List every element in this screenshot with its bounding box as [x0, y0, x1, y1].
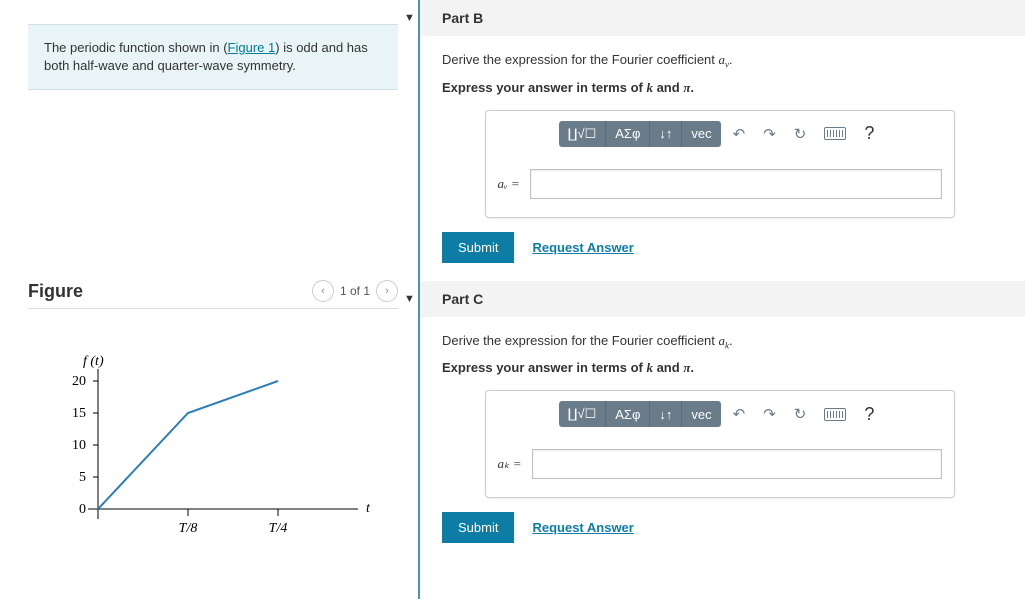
part-c-answer-input[interactable]	[532, 449, 942, 479]
part-b-prompt: Derive the expression for the Fourier co…	[442, 52, 997, 70]
keyboard-icon	[824, 408, 846, 421]
figure-chart: 0 5 10 15 20 T/8 T/4 f (t) t	[28, 349, 398, 549]
subsup-button[interactable]: ↓↑	[650, 121, 682, 147]
subsup-button[interactable]: ↓↑	[650, 401, 682, 427]
keyboard-icon	[824, 127, 846, 140]
redo-button[interactable]: ↷	[757, 121, 782, 147]
figure-header: Figure ‹ 1 of 1 ›	[28, 280, 398, 309]
caret-down-icon: ▼	[404, 12, 415, 24]
part-c-header[interactable]: ▼ Part C	[420, 281, 1025, 317]
part-b-input-label: aᵥ =	[498, 176, 520, 192]
figure-next-button[interactable]: ›	[376, 280, 398, 302]
part-b-header[interactable]: ▼ Part B	[420, 0, 1025, 36]
reset-button[interactable]: ↻	[788, 401, 813, 427]
intro-text-before: The periodic function shown in (	[44, 40, 228, 55]
svg-text:5: 5	[79, 470, 86, 485]
caret-down-icon: ▼	[404, 293, 415, 305]
redo-button[interactable]: ↷	[757, 401, 782, 427]
keyboard-button[interactable]	[818, 404, 852, 425]
part-c-instruction: Express your answer in terms of k and π.	[442, 360, 997, 376]
part-c-submit-button[interactable]: Submit	[442, 512, 514, 543]
part-c-answer-box: ∐√☐ ΑΣφ ↓↑ vec ↶ ↷ ↻ ? aₖ =	[485, 390, 955, 498]
help-button[interactable]: ?	[858, 404, 880, 425]
part-c-body: Derive the expression for the Fourier co…	[420, 317, 1025, 562]
svg-text:0: 0	[79, 502, 86, 517]
undo-button[interactable]: ↶	[727, 401, 752, 427]
part-c-input-label: aₖ =	[498, 456, 522, 472]
figure-title: Figure	[28, 281, 83, 302]
greek-button[interactable]: ΑΣφ	[606, 121, 650, 147]
vec-button[interactable]: vec	[682, 121, 720, 147]
reset-button[interactable]: ↻	[788, 121, 813, 147]
templates-button[interactable]: ∐√☐	[559, 121, 607, 147]
part-b-submit-button[interactable]: Submit	[442, 232, 514, 263]
part-b-instruction: Express your answer in terms of k and π.	[442, 80, 997, 96]
greek-button[interactable]: ΑΣφ	[606, 401, 650, 427]
part-b-request-answer-link[interactable]: Request Answer	[532, 240, 633, 255]
part-c-toolbar: ∐√☐ ΑΣφ ↓↑ vec ↶ ↷ ↻ ?	[486, 391, 954, 445]
svg-text:20: 20	[72, 374, 86, 389]
part-b-body: Derive the expression for the Fourier co…	[420, 36, 1025, 281]
figure-page-indicator: 1 of 1	[340, 284, 370, 298]
part-c-request-answer-link[interactable]: Request Answer	[532, 520, 633, 535]
templates-button[interactable]: ∐√☐	[559, 401, 607, 427]
part-b-answer-box: ∐√☐ ΑΣφ ↓↑ vec ↶ ↷ ↻ ? aᵥ =	[485, 110, 955, 218]
svg-text:f (t): f (t)	[83, 354, 104, 369]
vec-button[interactable]: vec	[682, 401, 720, 427]
svg-text:T/8: T/8	[179, 521, 198, 536]
svg-text:10: 10	[72, 438, 86, 453]
problem-intro: The periodic function shown in (Figure 1…	[28, 24, 398, 90]
svg-text:T/4: T/4	[269, 521, 288, 536]
help-button[interactable]: ?	[858, 123, 880, 144]
part-b-answer-input[interactable]	[530, 169, 942, 199]
figure-link[interactable]: Figure 1	[228, 40, 276, 55]
keyboard-button[interactable]	[818, 123, 852, 144]
undo-button[interactable]: ↶	[727, 121, 752, 147]
figure-prev-button[interactable]: ‹	[312, 280, 334, 302]
svg-text:t: t	[366, 501, 371, 516]
svg-text:15: 15	[72, 406, 86, 421]
part-c-prompt: Derive the expression for the Fourier co…	[442, 333, 997, 351]
part-b-toolbar: ∐√☐ ΑΣφ ↓↑ vec ↶ ↷ ↻ ?	[486, 111, 954, 165]
